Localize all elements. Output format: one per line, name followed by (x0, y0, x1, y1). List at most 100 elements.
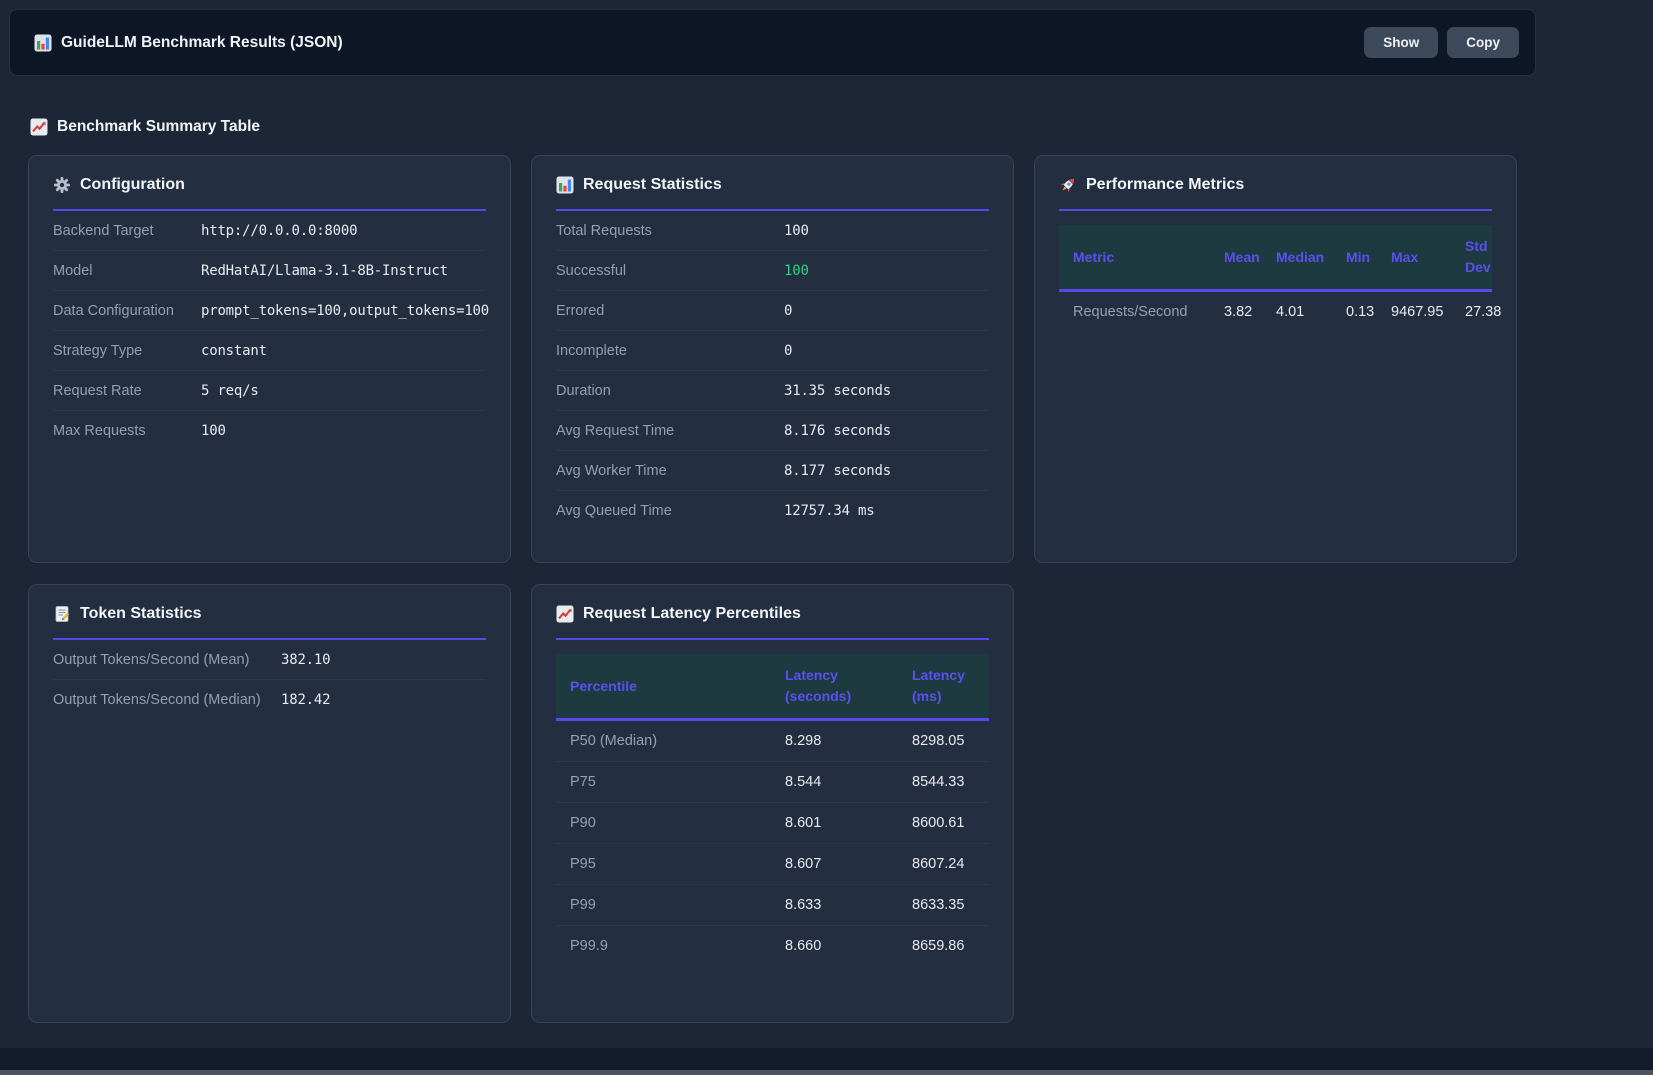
config-row-value: RedHatAI/Llama-3.1-8B-Instruct (201, 263, 448, 279)
latency-ms: 8298.05 (912, 733, 991, 749)
stat-row-value: 8.176 seconds (784, 423, 891, 439)
output-header-bar: GuideLLM Benchmark Results (JSON) Show C… (9, 9, 1536, 76)
bar-chart-icon (34, 34, 52, 52)
summary-cards: Configuration Backend Target http://0.0.… (28, 155, 1517, 1023)
percentile-name: P50 (Median) (556, 733, 785, 749)
token-statistics-rows: Output Tokens/Second (Mean) 382.10 Outpu… (53, 640, 486, 719)
latency-percentiles-card: Request Latency Percentiles Percentile L… (531, 584, 1014, 1023)
bar-chart-icon (556, 176, 574, 194)
stat-row-value-success: 100 (784, 263, 809, 279)
section-title-text: Benchmark Summary Table (57, 118, 260, 136)
latency-percentiles-card-title: Request Latency Percentiles (556, 605, 989, 623)
stat-row-value: 100 (784, 223, 809, 239)
metric-median: 4.01 (1276, 304, 1346, 320)
latency-seconds: 8.298 (785, 733, 912, 749)
configuration-card-title: Configuration (53, 176, 486, 194)
stat-row-label: Avg Queued Time (556, 503, 784, 519)
col-percentile: Percentile (556, 676, 785, 697)
stat-row-value: 31.35 seconds (784, 383, 891, 399)
request-statistics-rows: Total Requests 100 Successful 100 Errore… (556, 211, 989, 530)
stat-row-label: Avg Request Time (556, 423, 784, 439)
request-statistics-title-text: Request Statistics (583, 176, 722, 194)
output-title-text: GuideLLM Benchmark Results (JSON) (61, 34, 343, 52)
latency-table-row: P75 8.544 8544.33 (556, 762, 989, 803)
stat-row-label: Errored (556, 303, 784, 319)
col-median: Median (1276, 247, 1346, 268)
stat-row-value: 8.177 seconds (784, 463, 891, 479)
show-button[interactable]: Show (1364, 27, 1438, 58)
performance-metrics-card-title: Performance Metrics (1059, 176, 1492, 194)
latency-ms: 8633.35 (912, 897, 991, 913)
metric-mean: 3.82 (1224, 304, 1276, 320)
metric-min: 0.13 (1346, 304, 1391, 320)
col-metric: Metric (1059, 247, 1224, 268)
col-max: Max (1391, 247, 1465, 268)
latency-ms: 8607.24 (912, 856, 991, 872)
percentile-name: P90 (556, 815, 785, 831)
token-statistics-card-title: Token Statistics (53, 605, 486, 623)
stat-row: Avg Worker Time 8.177 seconds (556, 451, 989, 491)
stat-row-value: 12757.34 ms (784, 503, 875, 519)
accent-underline (556, 638, 989, 640)
memo-icon (53, 605, 71, 623)
config-row: Model RedHatAI/Llama-3.1-8B-Instruct (53, 251, 486, 291)
performance-table-header: Metric Mean Median Min Max Std Dev (1059, 225, 1492, 292)
token-statistics-card: Token Statistics Output Tokens/Second (M… (28, 584, 511, 1023)
latency-seconds: 8.633 (785, 897, 912, 913)
config-row-label: Max Requests (53, 423, 201, 439)
metric-name: Requests/Second (1059, 304, 1224, 320)
latency-table-row: P99.9 8.660 8659.86 (556, 926, 989, 966)
configuration-title-text: Configuration (80, 176, 185, 194)
col-latency-ms: Latency (ms) (912, 665, 974, 707)
stat-row: Duration 31.35 seconds (556, 371, 989, 411)
latency-percentiles-table: Percentile Latency (seconds) Latency (ms… (556, 654, 989, 966)
percentile-name: P99 (556, 897, 785, 913)
stat-row: Incomplete 0 (556, 331, 989, 371)
config-row: Backend Target http://0.0.0.0:8000 (53, 211, 486, 251)
token-row-label: Output Tokens/Second (Mean) (53, 652, 281, 668)
configuration-rows: Backend Target http://0.0.0.0:8000 Model… (53, 211, 486, 450)
request-statistics-card-title: Request Statistics (556, 176, 989, 194)
stat-row-label: Successful (556, 263, 784, 279)
performance-table-row: Requests/Second 3.82 4.01 0.13 9467.95 2… (1059, 292, 1492, 332)
config-row-value: 5 req/s (201, 383, 259, 399)
latency-seconds: 8.607 (785, 856, 912, 872)
config-row-label: Backend Target (53, 223, 201, 239)
token-row: Output Tokens/Second (Median) 182.42 (53, 680, 486, 719)
col-latency-seconds: Latency (seconds) (785, 665, 867, 707)
copy-button[interactable]: Copy (1447, 27, 1519, 58)
rocket-icon (1059, 176, 1077, 194)
latency-ms: 8544.33 (912, 774, 991, 790)
col-mean: Mean (1224, 247, 1276, 268)
latency-percentiles-title-text: Request Latency Percentiles (583, 605, 801, 623)
token-row: Output Tokens/Second (Mean) 382.10 (53, 640, 486, 680)
percentile-name: P75 (556, 774, 785, 790)
config-row-label: Strategy Type (53, 343, 201, 359)
latency-seconds: 8.601 (785, 815, 912, 831)
stat-row: Errored 0 (556, 291, 989, 331)
percentile-name: P99.9 (556, 938, 785, 954)
latency-table-row: P99 8.633 8633.35 (556, 885, 989, 926)
config-row: Data Configuration prompt_tokens=100,out… (53, 291, 486, 331)
token-statistics-title-text: Token Statistics (80, 605, 202, 623)
latency-seconds: 8.544 (785, 774, 912, 790)
stat-row: Avg Request Time 8.176 seconds (556, 411, 989, 451)
config-row-value: constant (201, 343, 267, 359)
config-row-label: Data Configuration (53, 303, 201, 319)
configuration-card: Configuration Backend Target http://0.0.… (28, 155, 511, 563)
config-row-value: prompt_tokens=100,output_tokens=100 (201, 303, 489, 319)
stat-row-value: 0 (784, 303, 792, 319)
stat-row: Avg Queued Time 12757.34 ms (556, 491, 989, 530)
col-std-dev: Std Dev (1465, 236, 1495, 278)
config-row: Strategy Type constant (53, 331, 486, 371)
stat-row-value: 0 (784, 343, 792, 359)
latency-table-row: P95 8.607 8607.24 (556, 844, 989, 885)
chart-increasing-icon (30, 118, 48, 136)
footer-dark-strip (0, 1048, 1653, 1070)
config-row: Max Requests 100 (53, 411, 486, 450)
percentile-name: P95 (556, 856, 785, 872)
stat-row-label: Avg Worker Time (556, 463, 784, 479)
accent-underline (1059, 209, 1492, 211)
stat-row-label: Duration (556, 383, 784, 399)
section-title: Benchmark Summary Table (30, 118, 260, 136)
